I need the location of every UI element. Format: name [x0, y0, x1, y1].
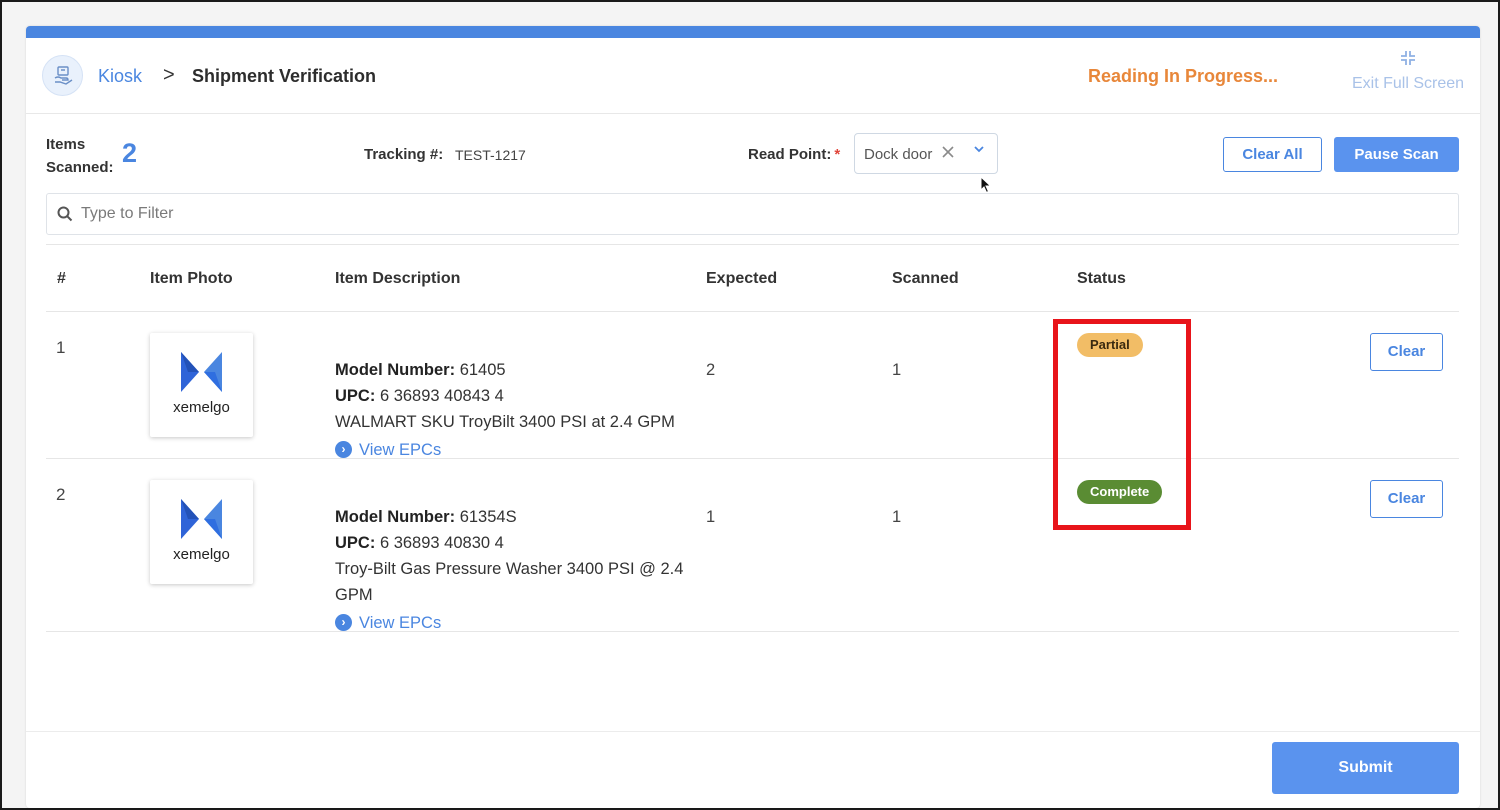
col-header-expected: Expected: [706, 270, 778, 287]
kiosk-icon: [42, 55, 83, 96]
breadcrumb-kiosk-link[interactable]: Kiosk: [98, 66, 142, 87]
clear-all-button[interactable]: Clear All: [1223, 137, 1322, 172]
model-number-label: Model Number:: [335, 508, 456, 526]
read-point-label: Read Point: *: [748, 146, 840, 163]
item-photo: xemelgo: [150, 333, 253, 437]
read-point-value: Dock door: [864, 146, 933, 163]
expected-value: 1: [706, 508, 716, 526]
col-header-item-photo: Item Photo: [150, 270, 233, 287]
row-divider: [46, 458, 1459, 459]
chevron-down-icon[interactable]: [973, 142, 985, 160]
model-number-value: 61354S: [459, 508, 517, 526]
items-scanned-count: 2: [122, 138, 138, 168]
read-point-label-text: Read Point:: [748, 146, 832, 163]
upc-value: 6 36893 40830 4: [379, 534, 504, 552]
col-header-status: Status: [1077, 270, 1126, 287]
items-scanned-label: Items Scanned:: [46, 136, 114, 176]
scanned-value: 1: [892, 361, 902, 379]
xemelgo-logo-icon: [181, 352, 222, 392]
status-highlight-box: [1053, 319, 1191, 530]
model-number-label: Model Number:: [335, 361, 456, 379]
upc-label: UPC:: [335, 534, 376, 552]
item-photo-brand: xemelgo: [173, 399, 230, 416]
item-photo: xemelgo: [150, 480, 253, 584]
read-point-select[interactable]: Dock door: [854, 133, 998, 174]
tracking-label: Tracking #:: [364, 146, 444, 163]
breadcrumb-separator: >: [163, 64, 175, 86]
upc-value: 6 36893 40843 4: [379, 387, 504, 405]
exit-full-screen-button[interactable]: Exit Full Screen: [1348, 50, 1468, 93]
filter-input[interactable]: [81, 203, 1431, 225]
filter-box: [46, 193, 1459, 235]
col-header-index: #: [57, 270, 66, 287]
row-divider: [46, 631, 1459, 632]
reading-status: Reading In Progress...: [1088, 66, 1279, 86]
chevron-right-circle-icon: ›: [335, 441, 352, 458]
mouse-cursor-icon: [980, 176, 992, 194]
required-mark: *: [834, 146, 841, 163]
compress-icon: [1401, 51, 1415, 65]
item-description-text: Troy-Bilt Gas Pressure Washer 3400 PSI @…: [335, 560, 684, 604]
col-header-scanned: Scanned: [892, 270, 959, 287]
scanned-value: 1: [892, 508, 902, 526]
item-description-text: WALMART SKU TroyBilt 3400 PSI at 2.4 GPM: [335, 413, 675, 431]
pause-scan-button[interactable]: Pause Scan: [1334, 137, 1459, 172]
model-number-value: 61405: [459, 361, 506, 379]
row-index: 2: [56, 485, 66, 504]
tracking-value: TEST-1217: [455, 147, 526, 163]
search-icon: [57, 206, 73, 222]
page-title: Shipment Verification: [192, 66, 377, 86]
close-icon[interactable]: [941, 142, 955, 165]
xemelgo-logo-icon: [181, 499, 222, 539]
col-header-item-description: Item Description: [335, 270, 461, 287]
page-header: Kiosk > Shipment Verification Reading In…: [26, 38, 1480, 114]
item-description: Model Number: 61405 UPC: 6 36893 40843 4…: [335, 357, 705, 463]
shipment-verification-card: Kiosk > Shipment Verification Reading In…: [26, 26, 1480, 808]
expected-value: 2: [706, 361, 716, 379]
table-header-divider: [46, 311, 1459, 312]
exit-full-screen-label: Exit Full Screen: [1351, 75, 1465, 92]
row-clear-button[interactable]: Clear: [1370, 333, 1443, 371]
table-top-divider: [46, 244, 1459, 245]
submit-button[interactable]: Submit: [1272, 742, 1459, 794]
upc-label: UPC:: [335, 387, 376, 405]
footer-divider: [26, 731, 1480, 732]
screenshot-frame: Kiosk > Shipment Verification Reading In…: [0, 0, 1500, 810]
chevron-right-circle-icon: ›: [335, 614, 352, 631]
item-description: Model Number: 61354S UPC: 6 36893 40830 …: [335, 504, 705, 636]
top-accent-bar: [26, 26, 1480, 38]
item-photo-brand: xemelgo: [173, 546, 230, 563]
row-clear-button[interactable]: Clear: [1370, 480, 1443, 518]
row-index: 1: [56, 338, 66, 357]
